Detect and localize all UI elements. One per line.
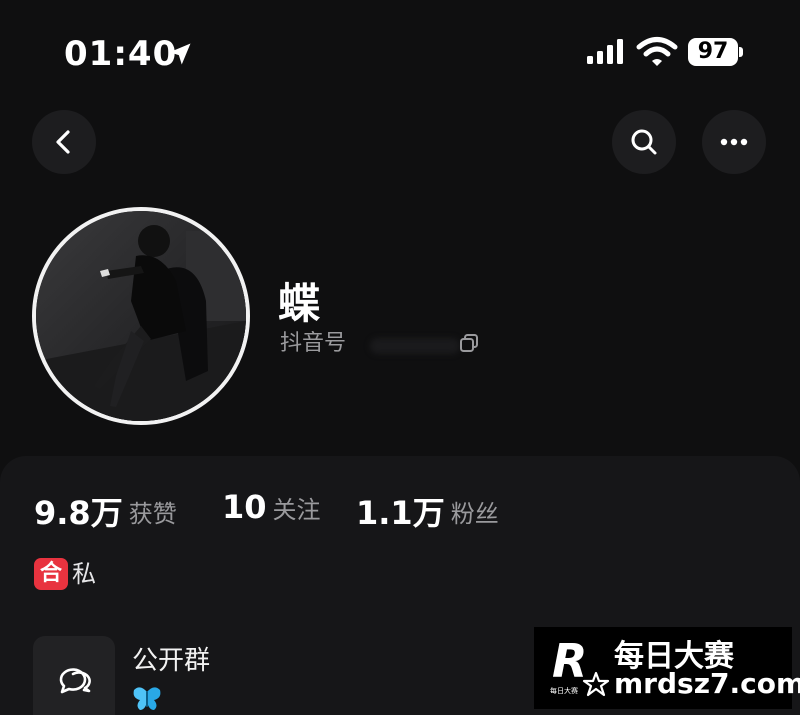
profile-id-label: 抖音号 — [280, 331, 347, 356]
battery-indicator: 97 — [688, 38, 744, 66]
battery-nub — [739, 47, 743, 57]
stat-label: 获赞 — [128, 499, 177, 528]
profile-id-value-blurred — [370, 338, 460, 354]
chat-bubbles-icon — [59, 668, 91, 694]
stat-likes[interactable]: 9.8万 获赞 — [34, 488, 177, 534]
stat-followers[interactable]: 1.1万 粉丝 — [356, 488, 499, 534]
profile-name: 蝶 — [278, 279, 321, 328]
butterfly-icon — [133, 687, 161, 710]
stat-value: 10 — [222, 488, 267, 526]
more-dots-icon — [720, 138, 748, 146]
copy-icon[interactable] — [458, 332, 480, 354]
group-chat-tile[interactable] — [33, 636, 115, 715]
stat-label: 关注 — [272, 495, 321, 524]
watermark-logo-sub: 每日大赛 — [550, 686, 578, 695]
stat-value: 9.8万 — [34, 494, 123, 532]
back-button[interactable] — [32, 110, 96, 174]
chevron-left-icon — [56, 130, 70, 154]
battery-level: 97 — [688, 38, 738, 66]
cellular-signal-icon — [587, 39, 623, 64]
stat-label: 粉丝 — [450, 499, 499, 528]
status-bar: 01:40 97 — [0, 0, 800, 100]
avatar-photo — [36, 211, 246, 421]
watermark-logo-letter: R — [552, 634, 587, 688]
watermark-url: mrdsz7.com — [614, 667, 800, 700]
search-icon — [631, 129, 657, 155]
wifi-icon — [636, 37, 678, 66]
status-time: 01:40 — [64, 34, 178, 74]
search-button[interactable] — [612, 110, 676, 174]
location-arrow-icon — [169, 43, 191, 65]
stat-following[interactable]: 10 关注 — [222, 488, 321, 526]
stat-value: 1.1万 — [356, 494, 445, 532]
tag-badge: 合 — [34, 558, 68, 590]
watermark: R 每日大赛 每日大赛 mrdsz7.com — [534, 627, 800, 709]
watermark-logo: R 每日大赛 — [550, 634, 610, 697]
tag-text: 私 — [72, 560, 96, 588]
avatar[interactable] — [32, 207, 250, 425]
more-button[interactable] — [702, 110, 766, 174]
group-title[interactable]: 公开群 — [132, 640, 210, 677]
